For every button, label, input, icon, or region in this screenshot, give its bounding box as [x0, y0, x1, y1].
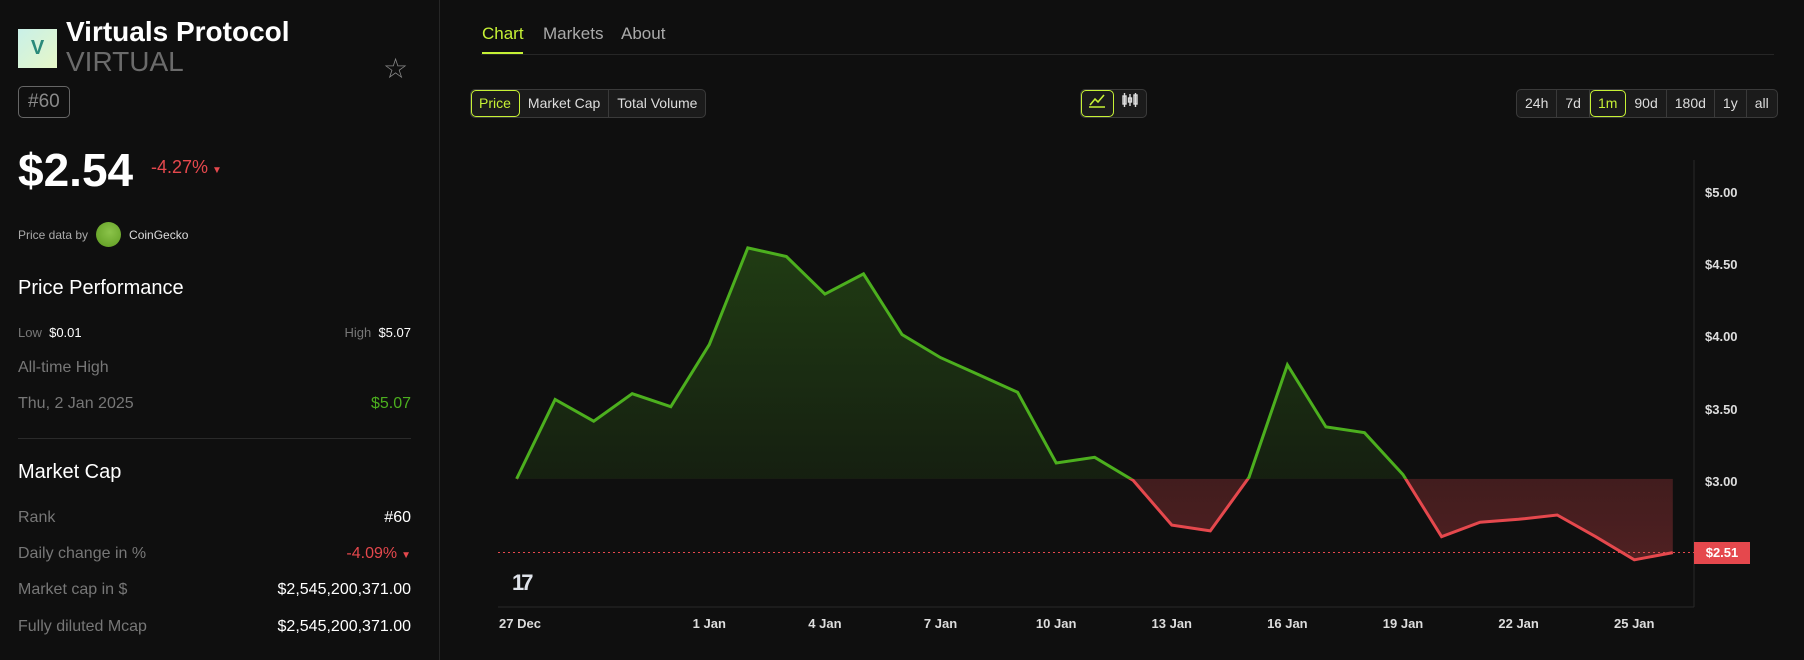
x-tick-label: 4 Jan	[808, 616, 842, 631]
y-tick-label: $3.00	[1705, 473, 1738, 489]
y-tick-label: $5.00	[1705, 185, 1738, 200]
tradingview-logo: 17	[512, 570, 534, 595]
price-chart[interactable]	[0, 0, 1804, 660]
y-tick-label: $4.00	[1705, 329, 1738, 345]
x-tick-label: 1 Jan	[692, 616, 726, 631]
x-tick-label: 13 Jan	[1151, 616, 1193, 631]
x-tick-label: 22 Jan	[1498, 616, 1539, 631]
current-price-label: $2.51	[1694, 542, 1750, 564]
x-tick-label: 25 Jan	[1614, 616, 1655, 631]
y-tick-label: $3.50	[1705, 401, 1738, 417]
y-tick-label: $4.50	[1705, 257, 1738, 273]
x-tick-label: 19 Jan	[1382, 616, 1424, 631]
x-tick-label: 7 Jan	[923, 616, 958, 631]
x-tick-label: 27 Dec	[499, 616, 541, 631]
x-tick-label: 10 Jan	[1035, 616, 1077, 631]
x-tick-label: 16 Jan	[1267, 616, 1308, 631]
